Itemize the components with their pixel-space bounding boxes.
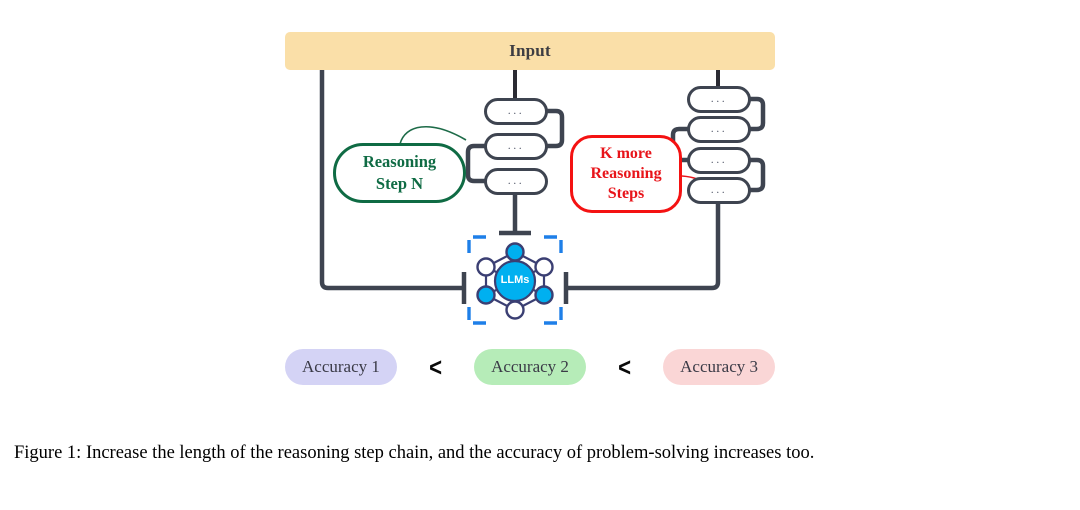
middle-bracket-left-1 <box>465 143 486 184</box>
accuracy-comparison-row: Accuracy 1 < Accuracy 2 < Accuracy 3 <box>285 345 775 389</box>
input-block[interactable]: Input <box>285 32 775 70</box>
middle-step-pill-3[interactable]: ... <box>484 168 548 195</box>
accuracy-badge-2-label: Accuracy 2 <box>491 357 569 376</box>
right-step-pill-2[interactable]: ... <box>687 116 751 143</box>
accuracy-badge-3[interactable]: Accuracy 3 <box>663 349 775 385</box>
accuracy-badge-2[interactable]: Accuracy 2 <box>474 349 586 385</box>
right-step-pill-4-label: ... <box>710 182 728 196</box>
k-more-steps-callout-line2: Reasoning <box>590 164 662 182</box>
llm-network-icon <box>467 235 563 325</box>
k-more-steps-callout-line1: K more <box>600 144 652 162</box>
llm-node[interactable]: LLMs <box>466 234 564 326</box>
right-step-pill-4[interactable]: ... <box>687 177 751 204</box>
accuracy-badge-1[interactable]: Accuracy 1 <box>285 349 397 385</box>
k-more-steps-callout-line3: Steps <box>607 185 645 203</box>
k-more-steps-callout[interactable]: K more Reasoning Steps <box>570 135 682 213</box>
reasoning-step-callout-line2: Step N <box>375 174 424 193</box>
comparison-operator-1: < <box>429 352 442 382</box>
middle-step-pill-2-label: ... <box>507 138 525 152</box>
reasoning-step-callout-line1: Reasoning <box>362 152 437 172</box>
middle-step-pill-1-label: ... <box>507 103 525 117</box>
input-block-label: Input <box>509 41 551 60</box>
accuracy-badge-3-label: Accuracy 3 <box>680 357 758 376</box>
figure-container: Input ... ... ... ... ... ... ... Reason… <box>0 0 1080 510</box>
right-step-pill-3[interactable]: ... <box>687 147 751 174</box>
right-step-pill-1[interactable]: ... <box>687 86 751 113</box>
right-step-pill-2-label: ... <box>710 121 728 135</box>
middle-step-pill-2[interactable]: ... <box>484 133 548 160</box>
green-callout-leader <box>399 126 467 145</box>
right-step-pill-1-label: ... <box>710 91 728 105</box>
figure-caption: Figure 1: Increase the length of the rea… <box>14 443 815 463</box>
reasoning-step-callout[interactable]: Reasoning Step N <box>333 143 466 203</box>
right-step-pill-3-label: ... <box>710 152 728 166</box>
middle-step-pill-1[interactable]: ... <box>484 98 548 125</box>
comparison-operator-2: < <box>618 352 631 382</box>
accuracy-badge-1-label: Accuracy 1 <box>302 357 380 376</box>
middle-step-pill-3-label: ... <box>507 173 525 187</box>
